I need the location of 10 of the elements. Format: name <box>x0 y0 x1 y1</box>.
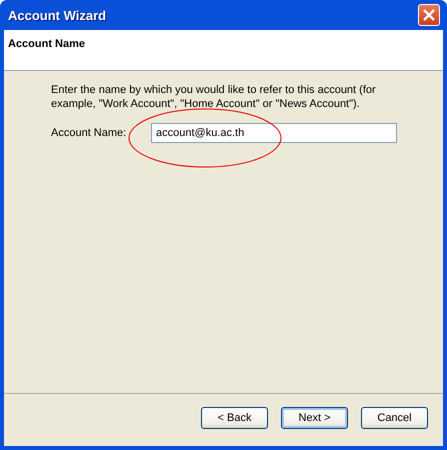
field-label: Account Name: <box>51 127 128 139</box>
window-title: Account Wizard <box>8 8 106 22</box>
cancel-button[interactable]: Cancel <box>361 407 428 429</box>
close-icon <box>423 9 435 21</box>
page-title: Account Name <box>8 38 86 50</box>
close-button[interactable] <box>418 4 440 26</box>
next-button[interactable]: Next > <box>281 407 348 429</box>
account-name-field[interactable]: account@ku.ac.th <box>151 123 397 143</box>
description-text: Enter the name by which you would like to refer to this account (for example, "Work Account", "Home Account" or "News Account"). <box>51 83 377 111</box>
back-button[interactable]: < Back <box>201 407 268 429</box>
